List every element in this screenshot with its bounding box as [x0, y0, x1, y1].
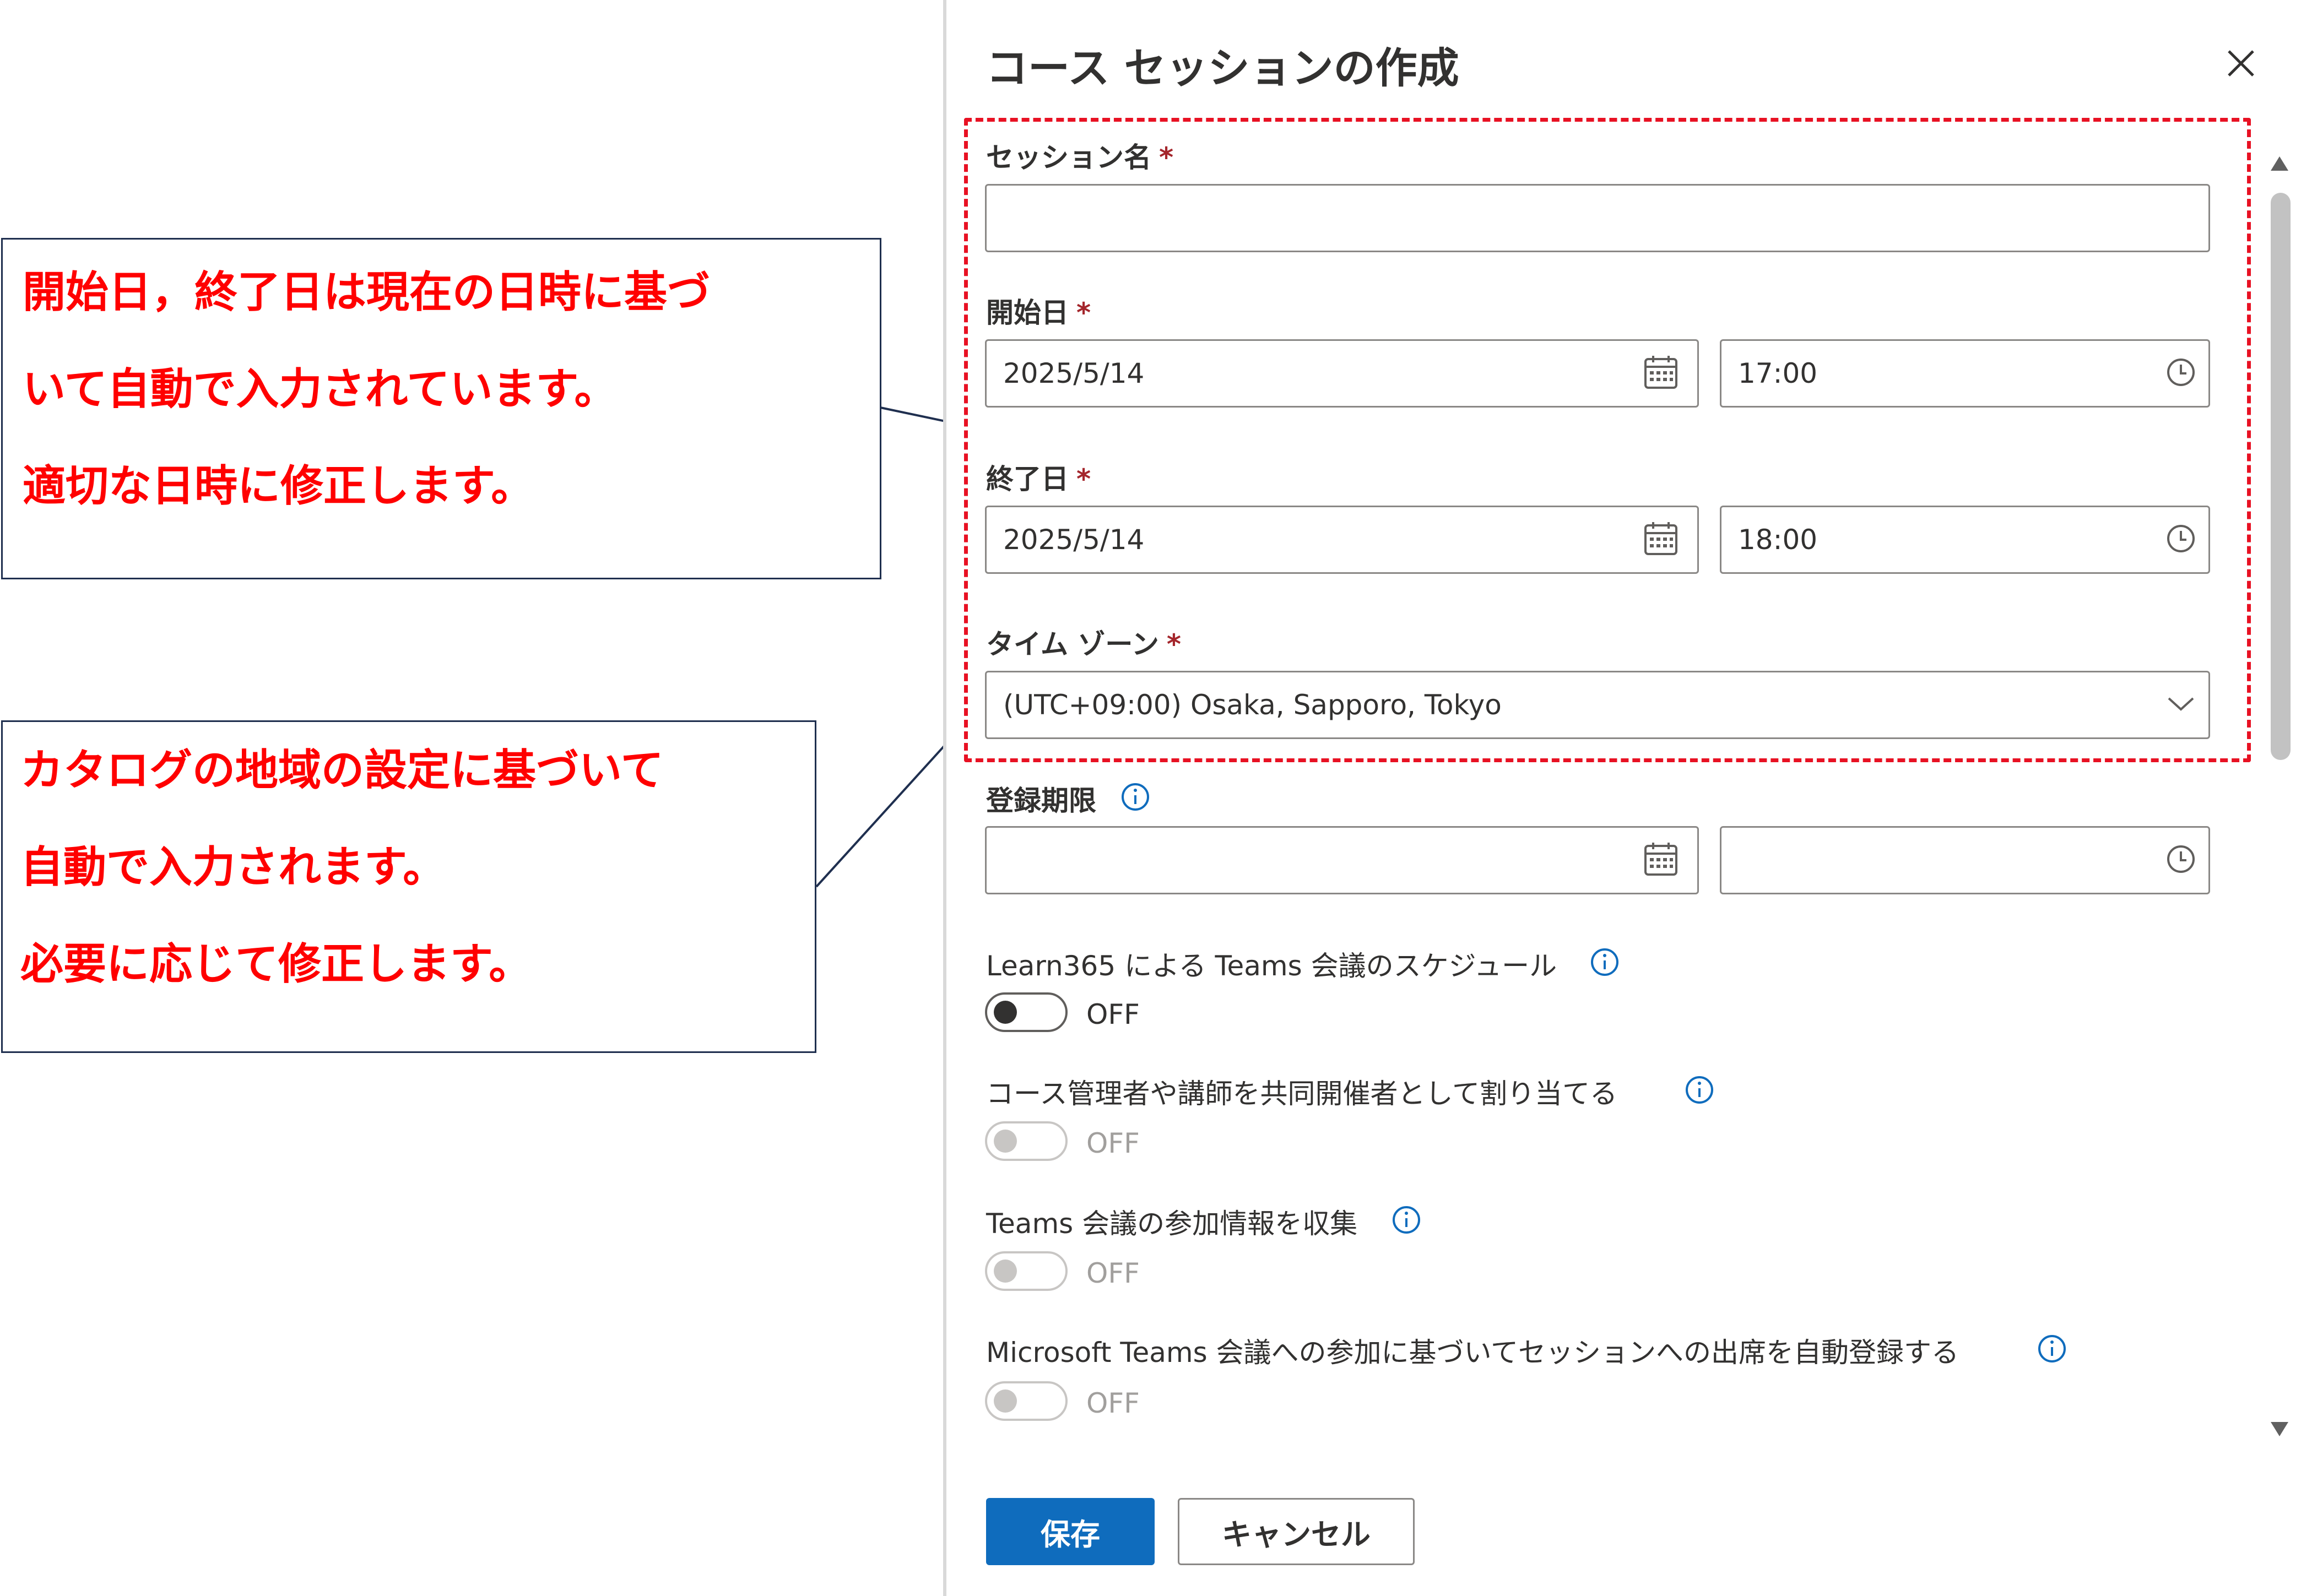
attendance-info-state: OFF — [1086, 1257, 1140, 1289]
callout-top-line-1: 開始日，終了日は現在の日時に基づ — [23, 268, 711, 317]
info-icon[interactable] — [1120, 782, 1150, 812]
toggle-knob — [994, 1130, 1017, 1153]
end-date-label-text: 終了日 — [986, 463, 1069, 495]
cohost-label: コース管理者や講師を共同開催者として割り当てる — [986, 1078, 1617, 1110]
timezone-select[interactable]: (UTC+09:00) Osaka, Sapporo, Tokyo — [985, 671, 2210, 739]
session-name-input[interactable] — [985, 184, 2210, 252]
teams-schedule-state: OFF — [1086, 998, 1140, 1030]
callout-top: 開始日，終了日は現在の日時に基づ いて自動で入力されています。 適切な日時に修正… — [1, 238, 881, 579]
calendar-icon[interactable] — [1643, 355, 1679, 392]
clock-icon[interactable] — [2165, 844, 2196, 877]
auto-attendance-label: Microsoft Teams 会議への参加に基づいてセッションへの出席を自動登… — [986, 1337, 1959, 1369]
start-time-input[interactable]: 17:00 — [1720, 339, 2210, 408]
info-icon[interactable] — [1392, 1205, 1421, 1235]
start-date-label-text: 開始日 — [986, 297, 1069, 329]
end-date-label: 終了日 * — [986, 457, 1091, 497]
auto-attendance-state: OFF — [1086, 1387, 1140, 1419]
attendance-info-toggle[interactable] — [985, 1251, 1068, 1291]
teams-schedule-label: Learn365 による Teams 会議のスケジュール — [986, 950, 1557, 982]
end-date-value: 2025/5/14 — [1003, 524, 1145, 556]
timezone-label: タイム ゾーン * — [986, 622, 1181, 662]
toggle-knob — [994, 1001, 1017, 1024]
required-mark: * — [1159, 142, 1174, 173]
deadline-label-text: 登録期限 — [986, 785, 1096, 817]
session-name-label: セッション名 * — [986, 135, 1173, 175]
callout-bottom: カタログの地域の設定に基づいて 自動で入力されます。 必要に応じて修正します。 — [1, 720, 816, 1053]
auto-attendance-toggle-row: OFF — [985, 1381, 1315, 1425]
info-icon[interactable] — [1685, 1075, 1714, 1105]
scroll-up-arrow[interactable] — [2268, 153, 2291, 175]
teams-schedule-toggle[interactable] — [985, 992, 1068, 1032]
start-date-label: 開始日 * — [986, 291, 1091, 330]
auto-attendance-toggle[interactable] — [985, 1381, 1068, 1421]
save-button[interactable]: 保存 — [986, 1498, 1155, 1565]
attendance-info-label: Teams 会議の参加情報を収集 — [986, 1208, 1358, 1240]
timezone-value: (UTC+09:00) Osaka, Sapporo, Tokyo — [1003, 689, 1502, 721]
toggle-knob — [994, 1260, 1017, 1283]
cancel-button[interactable]: キャンセル — [1178, 1498, 1415, 1565]
deadline-time-input[interactable] — [1720, 826, 2210, 894]
callout-top-line-2: いて自動で入力されています。 — [23, 365, 618, 414]
callout-bottom-line-1: カタログの地域の設定に基づいて — [20, 746, 664, 795]
chevron-down-icon — [2165, 693, 2196, 717]
deadline-label: 登録期限 — [986, 779, 1096, 818]
start-date-value: 2025/5/14 — [1003, 357, 1145, 389]
end-date-input[interactable]: 2025/5/14 — [985, 506, 1699, 574]
deadline-date-input[interactable] — [985, 826, 1699, 894]
callout-bottom-line-2: 自動で入力されます。 — [20, 843, 446, 892]
clock-icon[interactable] — [2165, 523, 2196, 556]
required-mark: * — [1166, 628, 1182, 660]
info-icon[interactable] — [1590, 947, 1620, 977]
attendance-info-toggle-row: OFF — [985, 1251, 1315, 1295]
cohost-state: OFF — [1086, 1127, 1140, 1159]
info-icon[interactable] — [2037, 1334, 2067, 1364]
scrollbar-thumb[interactable] — [2271, 193, 2291, 760]
calendar-icon[interactable] — [1643, 842, 1679, 879]
session-name-label-text: セッション名 — [986, 142, 1151, 173]
calendar-icon[interactable] — [1643, 521, 1679, 558]
cohost-toggle-row: OFF — [985, 1121, 1315, 1165]
clock-icon[interactable] — [2165, 357, 2196, 390]
dialog-title: コース セッションの作成 — [986, 44, 1459, 93]
start-date-input[interactable]: 2025/5/14 — [985, 339, 1699, 408]
required-mark: * — [1076, 463, 1091, 495]
teams-schedule-toggle-row: OFF — [985, 992, 1315, 1036]
timezone-label-text: タイム ゾーン — [986, 628, 1159, 660]
close-icon[interactable] — [2224, 47, 2257, 80]
start-time-value: 17:00 — [1738, 357, 1818, 389]
callout-top-line-3: 適切な日時に修正します。 — [23, 462, 534, 511]
scroll-down-arrow[interactable] — [2268, 1418, 2291, 1440]
end-time-input[interactable]: 18:00 — [1720, 506, 2210, 574]
cohost-toggle[interactable] — [985, 1121, 1068, 1161]
toggle-knob — [994, 1389, 1017, 1413]
end-time-value: 18:00 — [1738, 524, 1818, 556]
callout-bottom-line-3: 必要に応じて修正します。 — [20, 940, 532, 989]
required-mark: * — [1076, 297, 1091, 329]
